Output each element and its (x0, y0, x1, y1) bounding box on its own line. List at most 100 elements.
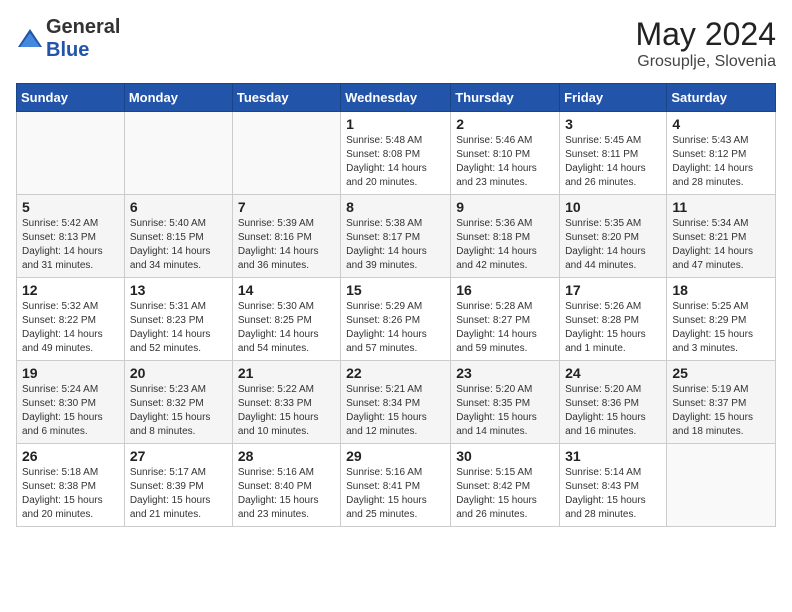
day-info: Sunrise: 5:21 AM Sunset: 8:34 PM Dayligh… (346, 383, 445, 439)
calendar-cell: 7 Sunrise: 5:39 AM Sunset: 8:16 PM Daylig… (232, 195, 340, 278)
day-info: Sunrise: 5:42 AM Sunset: 8:13 PM Dayligh… (22, 217, 119, 273)
day-number: 10 (565, 199, 661, 215)
calendar-cell: 4 Sunrise: 5:43 AM Sunset: 8:12 PM Daylig… (667, 112, 776, 195)
day-number: 28 (238, 448, 335, 464)
calendar-subtitle: Grosuplje, Slovenia (635, 53, 776, 71)
day-number: 27 (130, 448, 227, 464)
calendar-cell: 2 Sunrise: 5:46 AM Sunset: 8:10 PM Daylig… (451, 112, 560, 195)
day-of-week-header: Monday (124, 84, 232, 112)
calendar-cell: 21 Sunrise: 5:22 AM Sunset: 8:33 PM Dayli… (232, 361, 340, 444)
day-of-week-header: Saturday (667, 84, 776, 112)
calendar-cell: 23 Sunrise: 5:20 AM Sunset: 8:35 PM Dayli… (451, 361, 560, 444)
day-number: 31 (565, 448, 661, 464)
calendar-cell: 5 Sunrise: 5:42 AM Sunset: 8:13 PM Daylig… (17, 195, 125, 278)
day-info: Sunrise: 5:35 AM Sunset: 8:20 PM Dayligh… (565, 217, 661, 273)
logo: General Blue (16, 16, 120, 62)
calendar-cell: 13Sunrise: 5:31 AM Sunset: 8:23 PM Dayli… (124, 278, 232, 361)
day-info: Sunrise: 5:22 AM Sunset: 8:33 PM Dayligh… (238, 383, 335, 439)
calendar-cell: 27Sunrise: 5:17 AM Sunset: 8:39 PM Dayli… (124, 444, 232, 527)
logo-icon (16, 25, 44, 53)
day-info: Sunrise: 5:16 AM Sunset: 8:41 PM Dayligh… (346, 466, 445, 522)
day-number: 8 (346, 199, 445, 215)
calendar-cell: 6Sunrise: 5:40 AM Sunset: 8:15 PM Daylig… (124, 195, 232, 278)
day-info: Sunrise: 5:23 AM Sunset: 8:32 PM Dayligh… (130, 383, 227, 439)
calendar-title: May 2024 (635, 16, 776, 53)
day-info: Sunrise: 5:15 AM Sunset: 8:42 PM Dayligh… (456, 466, 554, 522)
calendar-cell (124, 112, 232, 195)
day-number: 3 (565, 116, 661, 132)
day-number: 19 (22, 365, 119, 381)
calendar-cell: 16Sunrise: 5:28 AM Sunset: 8:27 PM Dayli… (451, 278, 560, 361)
day-info: Sunrise: 5:14 AM Sunset: 8:43 PM Dayligh… (565, 466, 661, 522)
logo-text-general: General (46, 16, 120, 38)
day-of-week-header: Tuesday (232, 84, 340, 112)
calendar-cell: 29 Sunrise: 5:16 AM Sunset: 8:41 PM Dayli… (341, 444, 451, 527)
day-info: Sunrise: 5:40 AM Sunset: 8:15 PM Dayligh… (130, 217, 227, 273)
calendar-week-row: 12 Sunrise: 5:32 AM Sunset: 8:22 PM Dayli… (17, 278, 776, 361)
day-info: Sunrise: 5:38 AM Sunset: 8:17 PM Dayligh… (346, 217, 445, 273)
calendar-cell: 18 Sunrise: 5:25 AM Sunset: 8:29 PM Dayli… (667, 278, 776, 361)
calendar-cell (232, 112, 340, 195)
calendar-table: SundayMondayTuesdayWednesdayThursdayFrid… (16, 83, 776, 527)
logo-text-blue: Blue (46, 39, 89, 61)
day-number: 18 (672, 282, 770, 298)
day-info: Sunrise: 5:45 AM Sunset: 8:11 PM Dayligh… (565, 134, 661, 190)
day-number: 29 (346, 448, 445, 464)
day-number: 2 (456, 116, 554, 132)
day-info: Sunrise: 5:16 AM Sunset: 8:40 PM Dayligh… (238, 466, 335, 522)
day-number: 24 (565, 365, 661, 381)
day-info: Sunrise: 5:43 AM Sunset: 8:12 PM Dayligh… (672, 134, 770, 190)
day-info: Sunrise: 5:20 AM Sunset: 8:35 PM Dayligh… (456, 383, 554, 439)
day-info: Sunrise: 5:25 AM Sunset: 8:29 PM Dayligh… (672, 300, 770, 356)
day-info: Sunrise: 5:18 AM Sunset: 8:38 PM Dayligh… (22, 466, 119, 522)
day-info: Sunrise: 5:20 AM Sunset: 8:36 PM Dayligh… (565, 383, 661, 439)
day-number: 14 (238, 282, 335, 298)
calendar-week-row: 19 Sunrise: 5:24 AM Sunset: 8:30 PM Dayli… (17, 361, 776, 444)
calendar-week-row: 5 Sunrise: 5:42 AM Sunset: 8:13 PM Daylig… (17, 195, 776, 278)
day-number: 11 (672, 199, 770, 215)
calendar-cell (17, 112, 125, 195)
day-info: Sunrise: 5:19 AM Sunset: 8:37 PM Dayligh… (672, 383, 770, 439)
day-of-week-header: Wednesday (341, 84, 451, 112)
calendar-cell: 31 Sunrise: 5:14 AM Sunset: 8:43 PM Dayli… (560, 444, 667, 527)
calendar-cell: 20Sunrise: 5:23 AM Sunset: 8:32 PM Dayli… (124, 361, 232, 444)
day-info: Sunrise: 5:48 AM Sunset: 8:08 PM Dayligh… (346, 134, 445, 190)
day-info: Sunrise: 5:36 AM Sunset: 8:18 PM Dayligh… (456, 217, 554, 273)
calendar-cell: 28 Sunrise: 5:16 AM Sunset: 8:40 PM Dayli… (232, 444, 340, 527)
day-number: 23 (456, 365, 554, 381)
calendar-cell: 9 Sunrise: 5:36 AM Sunset: 8:18 PM Daylig… (451, 195, 560, 278)
day-number: 25 (672, 365, 770, 381)
calendar-cell: 14Sunrise: 5:30 AM Sunset: 8:25 PM Dayli… (232, 278, 340, 361)
day-of-week-header: Thursday (451, 84, 560, 112)
day-info: Sunrise: 5:46 AM Sunset: 8:10 PM Dayligh… (456, 134, 554, 190)
day-info: Sunrise: 5:26 AM Sunset: 8:28 PM Dayligh… (565, 300, 661, 356)
calendar-cell: 19 Sunrise: 5:24 AM Sunset: 8:30 PM Dayli… (17, 361, 125, 444)
day-info: Sunrise: 5:32 AM Sunset: 8:22 PM Dayligh… (22, 300, 119, 356)
calendar-cell: 22Sunrise: 5:21 AM Sunset: 8:34 PM Dayli… (341, 361, 451, 444)
day-info: Sunrise: 5:24 AM Sunset: 8:30 PM Dayligh… (22, 383, 119, 439)
calendar-cell: 3 Sunrise: 5:45 AM Sunset: 8:11 PM Daylig… (560, 112, 667, 195)
calendar-cell: 11 Sunrise: 5:34 AM Sunset: 8:21 PM Dayli… (667, 195, 776, 278)
calendar-cell: 1Sunrise: 5:48 AM Sunset: 8:08 PM Daylig… (341, 112, 451, 195)
day-number: 5 (22, 199, 119, 215)
day-info: Sunrise: 5:29 AM Sunset: 8:26 PM Dayligh… (346, 300, 445, 356)
calendar-cell: 12 Sunrise: 5:32 AM Sunset: 8:22 PM Dayli… (17, 278, 125, 361)
calendar-cell: 26 Sunrise: 5:18 AM Sunset: 8:38 PM Dayli… (17, 444, 125, 527)
day-number: 4 (672, 116, 770, 132)
page-header: General Blue May 2024 Grosuplje, Sloveni… (16, 16, 776, 71)
calendar-cell: 10 Sunrise: 5:35 AM Sunset: 8:20 PM Dayli… (560, 195, 667, 278)
day-number: 7 (238, 199, 335, 215)
calendar-cell (667, 444, 776, 527)
calendar-cell: 24 Sunrise: 5:20 AM Sunset: 8:36 PM Dayli… (560, 361, 667, 444)
day-number: 26 (22, 448, 119, 464)
day-number: 9 (456, 199, 554, 215)
day-of-week-header: Sunday (17, 84, 125, 112)
day-info: Sunrise: 5:34 AM Sunset: 8:21 PM Dayligh… (672, 217, 770, 273)
title-block: May 2024 Grosuplje, Slovenia (635, 16, 776, 71)
calendar-cell: 15Sunrise: 5:29 AM Sunset: 8:26 PM Dayli… (341, 278, 451, 361)
day-number: 30 (456, 448, 554, 464)
day-of-week-header: Friday (560, 84, 667, 112)
day-info: Sunrise: 5:39 AM Sunset: 8:16 PM Dayligh… (238, 217, 335, 273)
day-number: 12 (22, 282, 119, 298)
day-number: 21 (238, 365, 335, 381)
